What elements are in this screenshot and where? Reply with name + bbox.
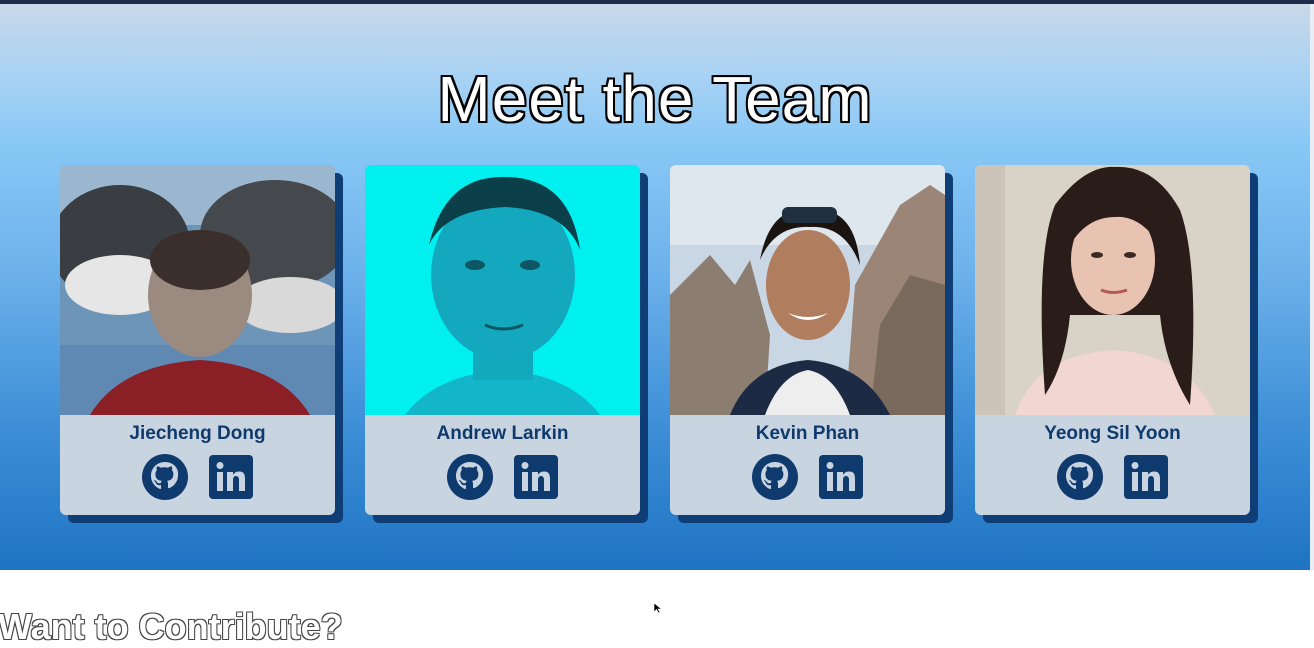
team-member-photo <box>975 165 1250 415</box>
github-icon[interactable] <box>141 453 189 501</box>
team-member-name: Andrew Larkin <box>436 423 569 444</box>
social-links <box>365 453 640 501</box>
linkedin-icon[interactable] <box>817 453 865 501</box>
team-card: Yeong Sil Yoon <box>975 165 1250 515</box>
team-member-name: Yeong Sil Yoon <box>1044 423 1181 444</box>
team-card: Kevin Phan <box>670 165 945 515</box>
github-icon[interactable] <box>1056 453 1104 501</box>
team-member-photo <box>60 165 335 415</box>
team-member-photo <box>670 165 945 415</box>
contribute-heading: Want to Contribute? <box>0 605 343 647</box>
linkedin-icon[interactable] <box>207 453 255 501</box>
social-links <box>60 453 335 501</box>
social-links <box>975 453 1250 501</box>
team-section: Meet the Team Jiecheng Dong Andrew Larki… <box>0 4 1314 570</box>
section-title: Meet the Team <box>437 63 873 135</box>
team-card: Andrew Larkin <box>365 165 640 515</box>
github-icon[interactable] <box>446 453 494 501</box>
social-links <box>670 453 945 501</box>
team-member-name: Kevin Phan <box>755 423 860 444</box>
github-icon[interactable] <box>751 453 799 501</box>
team-member-name: Jiecheng Dong <box>129 423 266 444</box>
linkedin-icon[interactable] <box>1122 453 1170 501</box>
team-card: Jiecheng Dong <box>60 165 335 515</box>
linkedin-icon[interactable] <box>512 453 560 501</box>
team-member-photo <box>365 165 640 415</box>
mouse-cursor-icon <box>653 600 664 614</box>
